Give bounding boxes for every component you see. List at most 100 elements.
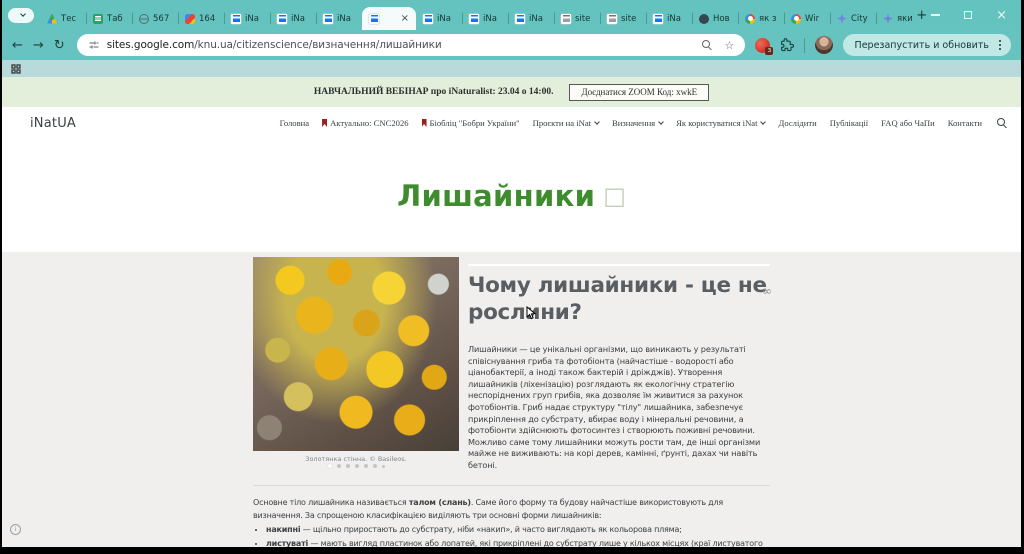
tab-title: iNa (483, 14, 497, 24)
extension-badge: 3 (765, 47, 773, 55)
extensions-puzzle-icon[interactable] (780, 38, 793, 52)
site-info-icon[interactable] (88, 39, 100, 51)
bookmarks-bar (2, 60, 1021, 77)
bullet-term: листуваті (266, 539, 308, 548)
tab-search-button[interactable] (8, 8, 34, 23)
carousel-dot[interactable] (382, 465, 385, 468)
browser-tab[interactable]: iNa (416, 7, 462, 30)
browser-tab[interactable]: iNa (646, 7, 692, 30)
carousel-dot[interactable] (364, 464, 368, 468)
nav-item[interactable]: Дослідити (778, 118, 816, 128)
tab-title: Нов (713, 14, 730, 24)
carousel-dots (253, 464, 459, 468)
browser-tab[interactable]: Тес (40, 7, 86, 30)
adblock-extension-icon[interactable]: 3 (755, 38, 770, 53)
carousel-dot[interactable] (346, 464, 350, 468)
chevron-down-icon (658, 119, 664, 125)
browser-tab-active[interactable]: × (362, 7, 416, 30)
lichen-photo[interactable] (253, 257, 459, 451)
carousel-dot[interactable] (337, 464, 341, 468)
browser-tab[interactable]: Таб (86, 7, 132, 30)
url-host: sites.google.com (107, 39, 195, 51)
browser-tab[interactable]: iNa (316, 7, 362, 30)
browser-tab[interactable]: як з (738, 7, 784, 30)
browser-tab[interactable]: яки (876, 7, 922, 30)
nav-item[interactable]: Як користуватися iNat (676, 118, 765, 128)
maximize-icon[interactable] (964, 11, 972, 19)
bullet-term: накипні (266, 525, 300, 534)
tab-title: як з (759, 14, 776, 24)
anchor-link-icon[interactable]: ∞ (762, 284, 772, 298)
restart-update-button[interactable]: Перезапустить и обновить (843, 34, 1011, 56)
list-item: накипні — щільно приростають до субстрат… (266, 523, 773, 536)
flag-icon (422, 119, 427, 127)
heading-divider (468, 264, 770, 266)
browser-tab[interactable]: Wir (784, 7, 830, 30)
carousel-dot[interactable] (355, 464, 359, 468)
browser-tab[interactable]: City (830, 7, 876, 30)
browser-tab[interactable]: 567 (132, 7, 178, 30)
site-logo[interactable]: iNatUA (30, 116, 76, 131)
close-window-icon[interactable]: × (996, 9, 1007, 22)
list-item: листуваті — мають вигляд пластинок або л… (266, 537, 773, 548)
mouse-cursor (526, 306, 537, 320)
restart-update-label: Перезапустить и обновить (855, 40, 989, 51)
nav-item[interactable]: Визначення (612, 118, 663, 128)
nav-item[interactable]: Контакти (948, 118, 982, 128)
browser-tab[interactable]: site (600, 7, 646, 30)
profile-avatar[interactable] (815, 36, 833, 54)
page-title: Лишайники (397, 179, 595, 213)
tab-title: Таб (107, 14, 123, 24)
lichen-forms-list: накипні — щільно приростають до субстрат… (253, 523, 773, 547)
nav-item[interactable]: Актуально: CNC2026 (322, 118, 408, 128)
forward-icon[interactable]: → (33, 39, 44, 52)
toolbar-divider (804, 38, 805, 53)
nav-item[interactable]: Публікації (830, 118, 868, 128)
nav-item[interactable]: Біобліц "Бобри України" (422, 118, 520, 128)
web-page: НАВЧАЛЬНИЙ ВЕБІНАР про iNaturalist: 23.0… (2, 77, 1021, 547)
address-bar[interactable]: sites.google.com/knu.ua/citizenscience/в… (77, 34, 746, 56)
apps-grid-icon[interactable] (11, 64, 21, 74)
nav-item[interactable]: Головна (280, 118, 309, 128)
back-icon[interactable]: ← (12, 39, 23, 52)
carousel-dot[interactable] (373, 464, 377, 468)
menu-dots-icon[interactable] (999, 44, 1001, 46)
nav-item-label: Дослідити (778, 118, 816, 128)
bookmark-star-icon[interactable]: ☆ (724, 39, 734, 52)
browser-tab[interactable]: site (554, 7, 600, 30)
sites-info-button[interactable]: i (10, 524, 21, 535)
gemini-favicon-icon (883, 14, 893, 24)
browser-window: ТесТаб567164iNaiNaiNa×iNaiNaiNasitesitei… (2, 0, 1021, 547)
browser-tab[interactable]: 164 (178, 7, 224, 30)
chevron-down-icon (594, 119, 600, 125)
sites-favicon-icon (323, 14, 333, 24)
nav-item-label: Як користуватися iNat (676, 118, 757, 128)
browser-tab[interactable]: iNa (224, 7, 270, 30)
browser-tab[interactable]: Нов (692, 7, 738, 30)
webinar-banner: НАВЧАЛЬНИЙ ВЕБІНАР про iNaturalist: 23.0… (2, 77, 1021, 107)
minimize-icon[interactable] (931, 14, 940, 15)
drive-favicon-icon (47, 14, 57, 24)
tab-title: iNa (437, 14, 451, 24)
nav-item-label: Головна (280, 118, 309, 128)
browser-tab[interactable]: iNa (508, 7, 554, 30)
zoom-join-button[interactable]: Доєднатися ZOOM Код: xwkE (569, 84, 709, 101)
nav-item[interactable]: Проєкти на iNat (533, 118, 599, 128)
nav-item-label: Актуально: CNC2026 (330, 118, 408, 128)
carousel-dot[interactable] (328, 464, 332, 468)
chevron-down-icon (761, 119, 767, 125)
nav-item-label: Біобліц "Бобри України" (430, 118, 520, 128)
zoom-icon[interactable] (702, 40, 712, 50)
browser-tab[interactable]: iNa (462, 7, 508, 30)
browser-tab[interactable]: iNa (270, 7, 316, 30)
tab-title: 567 (153, 14, 169, 24)
nav-item-label: FAQ або ЧаПи (881, 118, 935, 128)
section-paragraph: Лишайники — це унікальні організми, що в… (468, 344, 770, 472)
search-icon[interactable] (997, 118, 1007, 128)
nav-item[interactable]: FAQ або ЧаПи (881, 118, 935, 128)
sites-favicon-icon (369, 14, 379, 24)
tab-close-icon[interactable]: × (401, 14, 409, 24)
sites2-favicon-icon (561, 14, 571, 24)
reload-icon[interactable]: ↻ (54, 39, 65, 52)
nav-item-label: Визначення (612, 118, 655, 128)
